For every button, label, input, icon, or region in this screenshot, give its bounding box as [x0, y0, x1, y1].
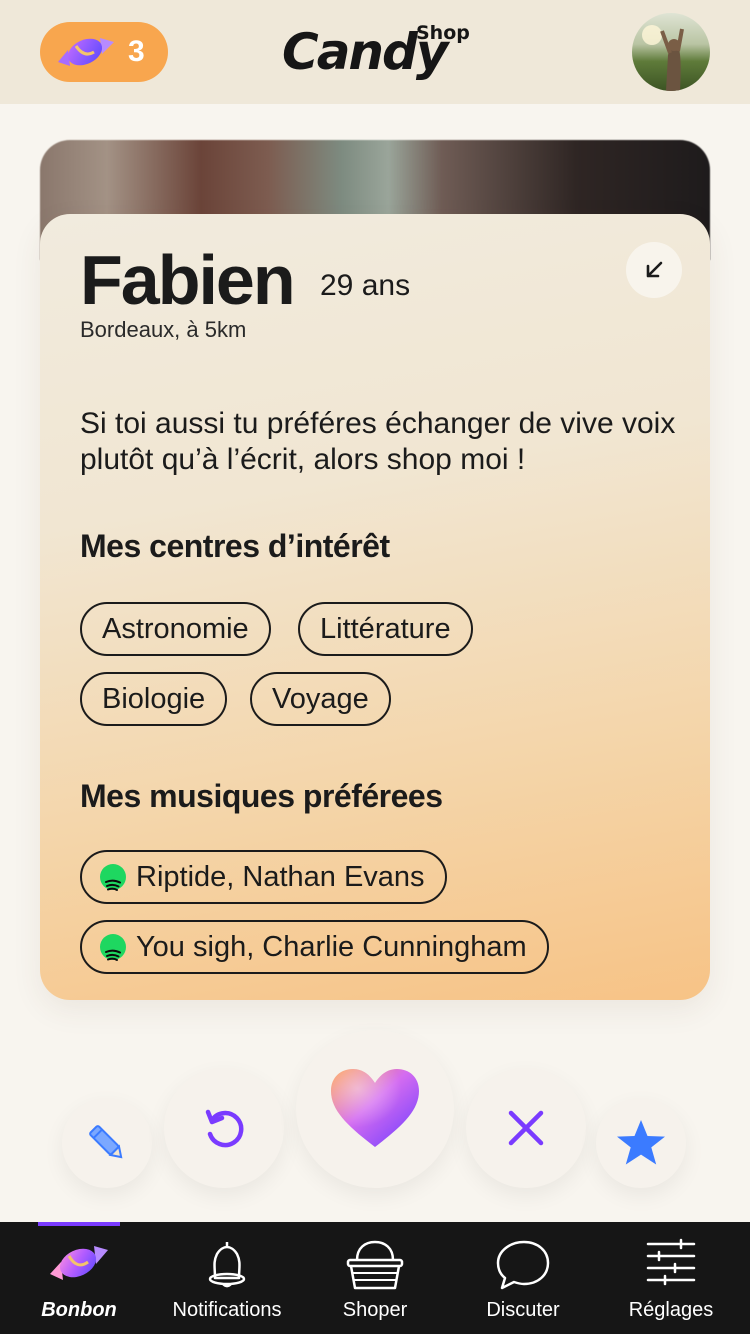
- spotify-icon: [100, 934, 126, 961]
- undo-icon: [205, 1109, 244, 1148]
- app-header: 3 Candy Shop: [0, 0, 750, 104]
- chat-icon: [496, 1240, 550, 1290]
- music-title: Mes musiques préférees: [80, 778, 443, 814]
- interests-title: Mes centres d’intérêt: [80, 528, 390, 564]
- interest-chip[interactable]: Littérature: [298, 602, 473, 656]
- edit-button[interactable]: [62, 1098, 152, 1188]
- nav-item-notifications[interactable]: Notifications: [152, 1222, 302, 1334]
- nav-item-shoper[interactable]: Shoper: [300, 1222, 450, 1334]
- arrow-down-left-icon: [646, 261, 663, 278]
- nav-label: Discuter: [486, 1299, 560, 1321]
- music-chip-label: You sigh, Charlie Cunningham: [136, 931, 527, 963]
- close-icon: [508, 1110, 544, 1146]
- interest-chip[interactable]: Voyage: [250, 672, 391, 726]
- profile-age: 29 ans: [320, 269, 411, 302]
- profile-card: Fabien 29 ans Bordeaux, à 5km Si toi aus…: [40, 214, 710, 1000]
- music-chip[interactable]: Riptide, Nathan Evans: [80, 850, 447, 904]
- candy-icon: [58, 38, 114, 66]
- pencil-icon: [89, 1125, 123, 1159]
- candy-count: 3: [128, 35, 145, 68]
- interest-chip[interactable]: Biologie: [80, 672, 228, 726]
- nav-label: Réglages: [628, 1299, 714, 1321]
- favorite-button[interactable]: [596, 1098, 686, 1188]
- nav-label: Notifications: [172, 1299, 282, 1321]
- profile-location: Bordeaux, à 5km: [80, 317, 247, 342]
- nav-item-bonbon[interactable]: Bonbon: [4, 1222, 154, 1334]
- star-icon: [617, 1120, 665, 1165]
- spotify-icon: [100, 864, 126, 891]
- bell-icon: [208, 1242, 246, 1288]
- nav-label: Shoper: [342, 1299, 408, 1321]
- interest-chip[interactable]: Astronomie: [80, 602, 271, 656]
- candy-icon: [50, 1246, 108, 1280]
- avatar-photo: [642, 25, 684, 91]
- user-avatar[interactable]: [632, 13, 710, 91]
- heart-icon: [331, 1069, 419, 1147]
- nav-item-reglages[interactable]: Réglages: [596, 1222, 746, 1334]
- app-logo: Candy Shop: [282, 22, 472, 86]
- profile-name: Fabien: [80, 241, 296, 319]
- nav-item-discuter[interactable]: Discuter: [448, 1222, 598, 1334]
- nav-label: Bonbon: [41, 1299, 117, 1321]
- collapse-button[interactable]: [626, 242, 682, 298]
- music-chip-label: Riptide, Nathan Evans: [136, 861, 425, 893]
- undo-button[interactable]: [164, 1068, 284, 1188]
- sliders-icon: [646, 1238, 696, 1286]
- logo-sub-text: Shop: [416, 22, 470, 44]
- bottom-navigation: Bonbon Notifications Shoper Discuter Rég…: [0, 1222, 750, 1334]
- basket-icon: [346, 1240, 404, 1290]
- candy-counter-badge[interactable]: 3: [40, 22, 168, 82]
- music-chip[interactable]: You sigh, Charlie Cunningham: [80, 920, 549, 974]
- like-button[interactable]: [296, 1030, 454, 1188]
- profile-bio: Si toi aussi tu préféres échanger de viv…: [80, 407, 676, 476]
- dismiss-button[interactable]: [466, 1068, 586, 1188]
